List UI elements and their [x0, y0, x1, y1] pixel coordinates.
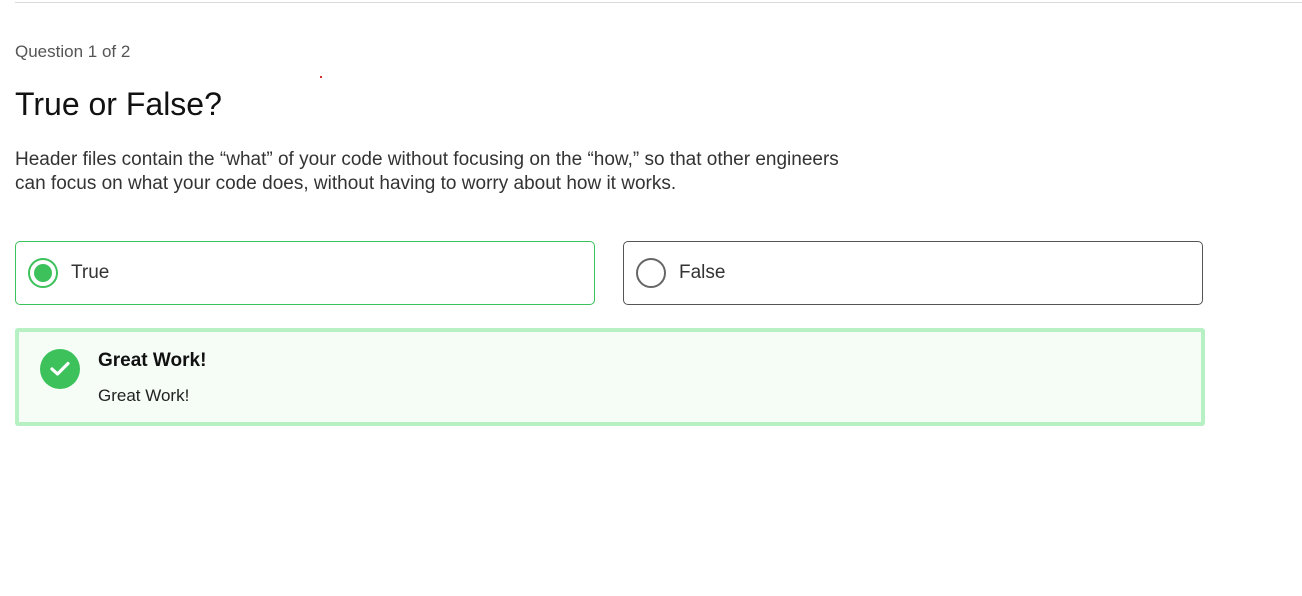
question-title: True or False? — [15, 86, 222, 122]
option-label-true: True — [71, 262, 110, 283]
radio-dot — [34, 264, 52, 282]
option-false[interactable]: False — [623, 241, 1203, 305]
feedback-message: Great Work! — [98, 386, 190, 405]
top-divider — [15, 2, 1302, 3]
question-counter: Question 1 of 2 — [15, 42, 131, 61]
check-icon — [40, 349, 80, 389]
radio-unselected-icon[interactable] — [636, 258, 666, 288]
feedback-banner: Great Work! Great Work! — [15, 328, 1205, 426]
radio-selected-icon[interactable] — [28, 258, 58, 288]
option-true[interactable]: True — [15, 241, 595, 305]
option-label-false: False — [679, 262, 726, 283]
question-prompt: Header files contain the “what” of your … — [15, 149, 839, 194]
feedback-title: Great Work! — [98, 350, 207, 371]
stray-dot — [320, 76, 322, 78]
